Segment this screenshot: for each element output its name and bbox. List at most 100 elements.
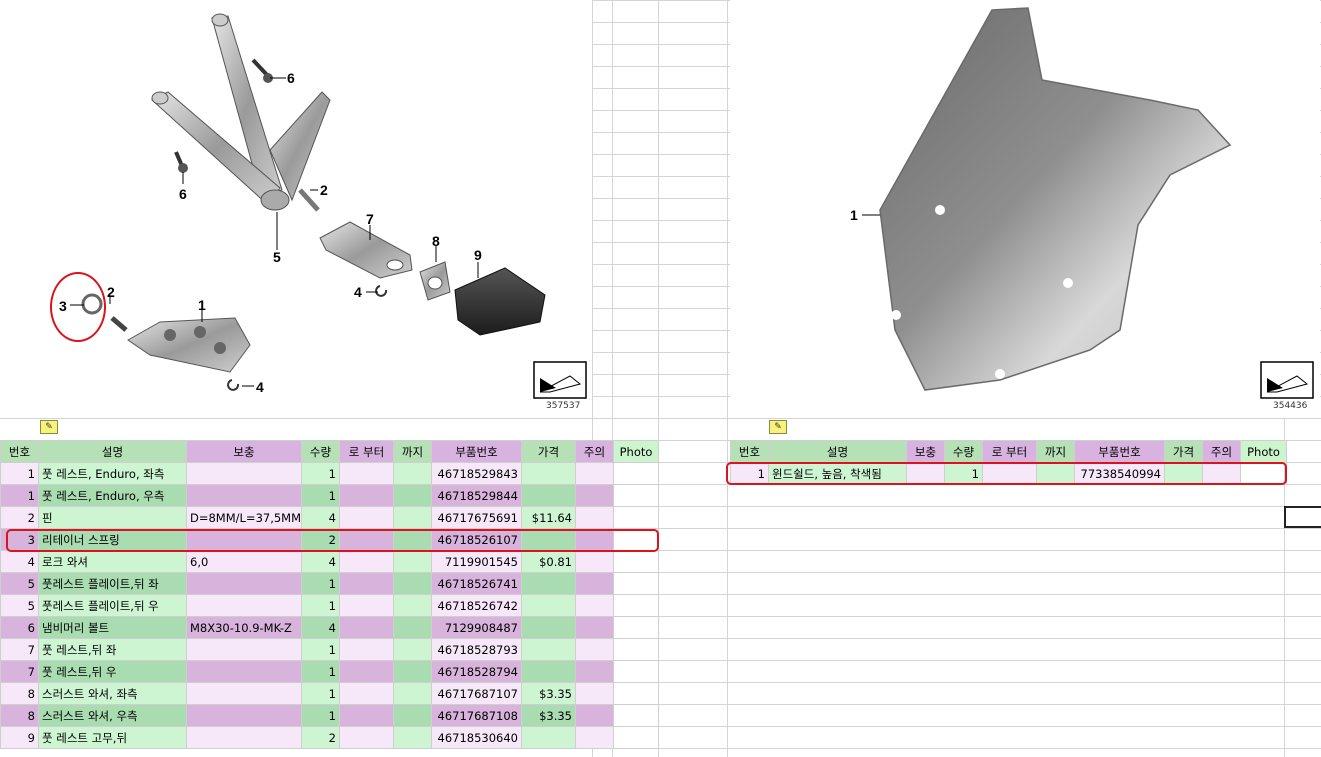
table-row[interactable]: 5 풋레스트 플레이트,뒤 우 1 46718526742 [0,594,659,617]
cell-note[interactable] [575,550,614,573]
cell-price[interactable] [521,484,576,507]
cell-description[interactable]: 냄비머리 볼트 [38,616,187,639]
cell-part-number[interactable]: 46717675691 [431,506,522,529]
cell-part-number[interactable]: 46718528794 [431,660,522,683]
note-icon[interactable]: ✎ [769,420,787,434]
cell-price[interactable]: $11.64 [521,506,576,529]
cell-photo[interactable] [613,638,659,661]
header-supplement[interactable]: 보충 [906,440,945,463]
cell-supplement[interactable] [186,726,302,749]
cell-price[interactable] [521,572,576,595]
cell-description[interactable]: 스러스트 와셔, 좌측 [38,682,187,705]
cell-supplement[interactable] [186,704,302,727]
cell-no[interactable]: 1 [0,462,39,485]
cell-qty[interactable]: 1 [301,484,340,507]
cell-from[interactable] [339,682,394,705]
cell-photo[interactable] [613,616,659,639]
cell-no[interactable]: 2 [0,506,39,529]
cell-photo[interactable] [613,484,659,507]
cell-from[interactable] [339,616,394,639]
header-description[interactable]: 설명 [768,440,907,463]
table-row[interactable]: 6 냄비머리 볼트 M8X30-10.9-MK-Z 4 7129908487 [0,616,659,639]
header-part-number[interactable]: 부품번호 [1074,440,1165,463]
cell-description[interactable]: 풋 레스트 고무,뒤 [38,726,187,749]
cell-supplement[interactable] [186,682,302,705]
header-qty[interactable]: 수량 [944,440,983,463]
cell-note[interactable] [575,594,614,617]
cell-qty[interactable]: 2 [301,726,340,749]
table-row[interactable]: 7풋 레스트,뒤 좌 1 46718528793 [0,638,659,661]
cell-to[interactable] [393,484,432,507]
table-row[interactable]: 8 스러스트 와셔, 좌측 1 46717687107 $3.35 [0,682,659,705]
header-supplement[interactable]: 보충 [186,440,302,463]
cell-from[interactable] [339,660,394,683]
header-note[interactable]: 주의 [575,440,614,463]
cell-description[interactable]: 스러스트 와셔, 우측 [38,704,187,727]
cell-note[interactable] [575,726,614,749]
cell-part-number[interactable]: 46717687107 [431,682,522,705]
selected-cell-cursor[interactable] [1284,506,1321,528]
header-photo[interactable]: Photo [1240,440,1287,463]
cell-supplement[interactable] [186,462,302,485]
cell-photo[interactable] [613,462,659,485]
cell-to[interactable] [393,550,432,573]
cell-supplement[interactable] [186,572,302,595]
header-photo[interactable]: Photo [613,440,659,463]
header-no[interactable]: 번호 [0,440,39,463]
cell-description[interactable]: 풋 레스트,뒤 우 [38,660,187,683]
cell-note[interactable] [575,616,614,639]
cell-photo[interactable] [613,726,659,749]
cell-supplement[interactable] [186,594,302,617]
cell-no[interactable]: 8 [0,704,39,727]
cell-to[interactable] [393,660,432,683]
cell-note[interactable] [575,660,614,683]
cell-no[interactable]: 7 [0,638,39,661]
cell-part-number[interactable]: 46718529843 [431,462,522,485]
cell-qty[interactable]: 1 [301,462,340,485]
header-qty[interactable]: 수량 [301,440,340,463]
cell-price[interactable]: $0.81 [521,550,576,573]
cell-no[interactable]: 8 [0,682,39,705]
cell-from[interactable] [339,572,394,595]
cell-supplement[interactable]: 6,0 [186,550,302,573]
cell-to[interactable] [393,462,432,485]
cell-part-number[interactable]: 46718526742 [431,594,522,617]
table-row[interactable]: 5 풋레스트 플레이트,뒤 좌 1 46718526741 [0,572,659,595]
cell-qty[interactable]: 1 [301,638,340,661]
cell-part-number[interactable]: 46717687108 [431,704,522,727]
cell-note[interactable] [575,682,614,705]
cell-part-number[interactable]: 46718530640 [431,726,522,749]
cell-from[interactable] [339,704,394,727]
cell-to[interactable] [393,572,432,595]
header-from[interactable]: 로 부터 [339,440,394,463]
header-part-number[interactable]: 부품번호 [431,440,522,463]
cell-price[interactable] [521,462,576,485]
cell-price[interactable]: $3.35 [521,682,576,705]
cell-description[interactable]: 핀 [38,506,187,529]
cell-price[interactable]: $3.35 [521,704,576,727]
cell-qty[interactable]: 1 [301,594,340,617]
cell-note[interactable] [575,506,614,529]
table-row[interactable]: 9풋 레스트 고무,뒤 2 46718530640 [0,726,659,749]
cell-supplement[interactable] [186,484,302,507]
cell-price[interactable] [521,660,576,683]
cell-part-number[interactable]: 7119901545 [431,550,522,573]
cell-qty[interactable]: 1 [301,682,340,705]
header-to[interactable]: 까지 [1036,440,1075,463]
cell-from[interactable] [339,462,394,485]
header-to[interactable]: 까지 [393,440,432,463]
cell-photo[interactable] [613,704,659,727]
table-row[interactable]: 4 로크 와셔 6,0 4 7119901545 $0.81 [0,550,659,573]
cell-no[interactable]: 9 [0,726,39,749]
cell-no[interactable]: 5 [0,594,39,617]
cell-to[interactable] [393,704,432,727]
footrest-parts-diagram[interactable]: 6 6 2 7 8 9 5 4 3 2 1 4 357537 [0,0,592,418]
cell-no[interactable]: 7 [0,660,39,683]
table-row[interactable]: 8 스러스트 와셔, 우측 1 46717687108 $3.35 [0,704,659,727]
cell-to[interactable] [393,726,432,749]
cell-photo[interactable] [613,660,659,683]
cell-supplement[interactable]: D=8MM/L=37,5MM [186,506,302,529]
cell-part-number[interactable]: 46718529844 [431,484,522,507]
cell-description[interactable]: 풋 레스트,뒤 좌 [38,638,187,661]
cell-qty[interactable]: 4 [301,616,340,639]
